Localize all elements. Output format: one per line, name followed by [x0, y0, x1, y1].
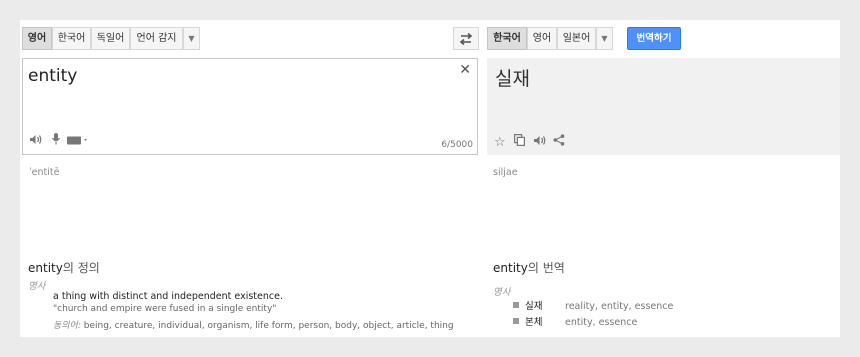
target-lang-dropdown[interactable]: ▼ [596, 27, 613, 50]
source-text-area[interactable]: entity ✕ 6/5000 [22, 58, 478, 155]
translations-title: entity의 번역 [493, 259, 565, 276]
synonyms-label: 동의어: [53, 321, 81, 331]
translation-row[interactable]: 본체 entity, essence [513, 314, 637, 328]
target-transliteration: siljae [493, 167, 518, 178]
target-lang-japanese[interactable]: 일본어 [557, 27, 596, 50]
translation-word: 실재 [525, 301, 543, 312]
keyboard-icon[interactable] [67, 135, 89, 148]
definition-synonyms: 동의어: being, creature, individual, organi… [53, 318, 454, 331]
translate-card: 영어 한국어 독일어 언어 감지 ▼ 한국어 영어 일본어 ▼ 번역하기 ent… [20, 20, 840, 337]
synonyms-list: being, creature, individual, organism, l… [80, 321, 454, 331]
bullet-icon [513, 318, 519, 324]
source-text[interactable]: entity [28, 66, 77, 86]
bullet-icon [513, 302, 519, 308]
definition-example: "church and empire were fused in a singl… [53, 304, 277, 314]
definition-gloss: a thing with distinct and independent ex… [53, 291, 283, 302]
translation-meanings: reality, entity, essence [565, 301, 674, 312]
copy-icon[interactable] [514, 134, 526, 149]
translations-word: entity [493, 261, 528, 275]
mic-icon[interactable] [51, 133, 61, 148]
source-lang-detect[interactable]: 언어 감지 [130, 27, 183, 50]
speaker-icon[interactable] [533, 135, 546, 149]
speaker-icon[interactable] [29, 134, 42, 148]
source-transliteration: ˈentitē [29, 167, 60, 178]
target-lang-english[interactable]: 영어 [527, 27, 557, 50]
swap-icon [459, 32, 473, 46]
chevron-down-icon: ▼ [188, 34, 195, 43]
close-icon[interactable]: ✕ [459, 62, 471, 78]
definitions-title: entity의 정의 [28, 259, 100, 276]
translate-button[interactable]: 번역하기 [627, 27, 681, 50]
swap-languages-button[interactable] [453, 27, 479, 50]
source-lang-dropdown[interactable]: ▼ [183, 27, 200, 50]
definitions-word: entity [28, 261, 63, 275]
definitions-suffix: 의 정의 [62, 261, 100, 275]
translations-suffix: 의 번역 [527, 261, 565, 275]
target-text: 실재 [495, 68, 530, 90]
share-icon[interactable] [553, 134, 565, 149]
translation-row[interactable]: 실재 reality, entity, essence [513, 298, 673, 312]
translation-meanings: entity, essence [565, 317, 638, 328]
source-lang-korean[interactable]: 한국어 [52, 27, 91, 50]
target-lang-korean[interactable]: 한국어 [487, 27, 527, 50]
chevron-down-icon: ▼ [601, 34, 608, 43]
translations-part-of-speech: 명사 [493, 287, 511, 298]
source-lang-english[interactable]: 영어 [22, 27, 52, 50]
star-icon[interactable]: ☆ [494, 136, 506, 149]
character-count: 6/5000 [441, 140, 473, 150]
definitions-part-of-speech: 명사 [28, 281, 46, 292]
translation-word: 본체 [525, 317, 543, 328]
source-lang-german[interactable]: 독일어 [91, 27, 130, 50]
target-text-area: 실재 ☆ [487, 58, 840, 155]
